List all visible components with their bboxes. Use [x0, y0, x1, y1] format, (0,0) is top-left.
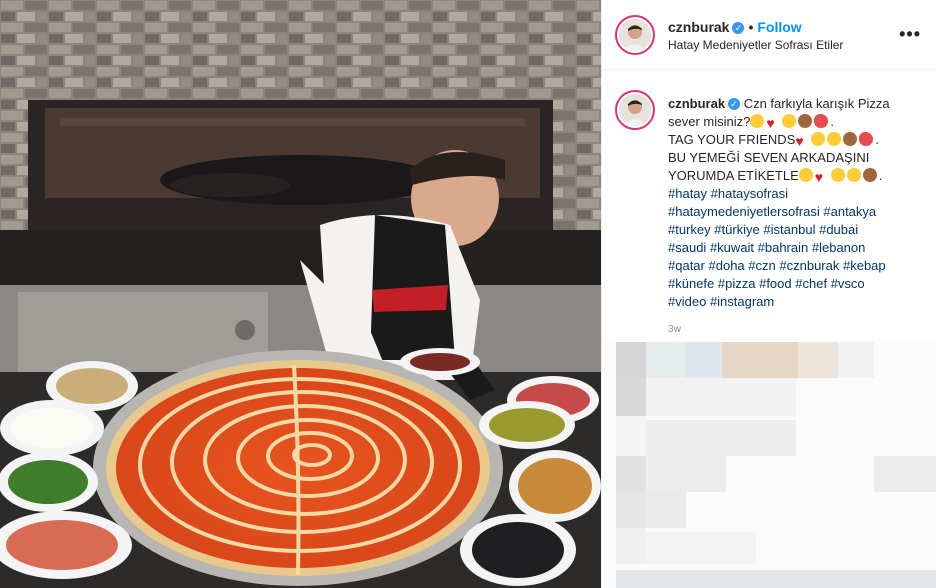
avatar-image — [619, 94, 651, 126]
verified-badge-icon: ✓ — [728, 98, 741, 110]
blur-block — [646, 456, 726, 492]
hashtag-link[interactable]: #kuwait — [710, 240, 754, 255]
laughing-emoji-icon — [750, 114, 765, 128]
blur-block — [646, 378, 796, 416]
blur-block — [646, 342, 686, 378]
blurred-comments-area — [602, 340, 936, 588]
hashtag-link[interactable]: #hatay — [668, 186, 707, 201]
hashtag-link[interactable]: #video — [668, 294, 706, 309]
blur-block — [686, 342, 722, 378]
blur-block — [838, 342, 874, 378]
heart-emoji-icon: ♥ — [795, 133, 804, 149]
blur-block — [722, 342, 798, 378]
hashtag-link[interactable]: #künefe — [668, 276, 714, 291]
hashtag-link[interactable]: #lebanon — [812, 240, 866, 255]
hashtag-link[interactable]: #pizza — [718, 276, 756, 291]
verified-badge-icon: ✓ — [732, 22, 745, 34]
yum-emoji-icon — [830, 168, 845, 182]
meat-emoji-icon — [859, 132, 874, 146]
post-photo[interactable] — [0, 0, 601, 588]
blur-block — [616, 570, 936, 588]
blur-block — [646, 532, 756, 564]
caption-username-link[interactable]: cznburak — [668, 96, 725, 111]
caption-line-4: BU YEMEĞİ SEVEN ARKADAŞINI — [668, 150, 870, 165]
caption-text: cznburak ✓ Czn farkıyla karışık Pizza sev… — [668, 95, 928, 311]
blur-block — [616, 492, 646, 528]
caption-line-5: YORUMDA ETİKETLE — [668, 168, 799, 183]
laughing-emoji-icon — [798, 168, 813, 182]
monkey-emoji-icon — [862, 168, 877, 182]
separator-dot: • — [748, 19, 754, 35]
hashtag-link[interactable]: #instagram — [710, 294, 774, 309]
caption-avatar[interactable] — [619, 94, 651, 126]
post-details-panel: cznburak ✓ • Follow Hatay Medeniyetler Sofr… — [601, 0, 936, 588]
hashtag-link[interactable]: #doha — [709, 258, 745, 273]
hashtag-link[interactable]: #chef — [795, 276, 827, 291]
hashtag-link[interactable]: #hataysofrasi — [711, 186, 788, 201]
blur-block — [646, 420, 796, 456]
hashtag-link[interactable]: #turkey — [668, 222, 711, 237]
yum-emoji-icon — [827, 132, 842, 146]
hashtag-link[interactable]: #türkiye — [714, 222, 760, 237]
blur-block — [616, 378, 646, 416]
pizza-chef-photo — [0, 0, 601, 588]
caption-section: cznburak ✓ Czn farkıyla karışık Pizza sev… — [602, 71, 936, 335]
post-header: cznburak ✓ • Follow Hatay Medeniyetler Sofr… — [602, 0, 936, 70]
heart-emoji-icon: ♥ — [766, 115, 775, 131]
header-user-line: cznburak ✓ • Follow — [668, 19, 802, 35]
hashtag-link[interactable]: #bahrain — [758, 240, 809, 255]
hashtag-link[interactable]: #cznburak — [779, 258, 839, 273]
caption-line-1: Czn farkıyla karışık Pizza — [743, 96, 890, 111]
hashtag-link[interactable]: #antakya — [823, 204, 876, 219]
more-options-icon[interactable]: ••• — [899, 25, 921, 43]
monkey-emoji-icon — [798, 114, 813, 128]
heart-emoji-icon: ♥ — [814, 169, 824, 185]
hashtag-link[interactable]: #czn — [748, 258, 775, 273]
follow-button[interactable]: Follow — [757, 19, 801, 35]
laughing-emoji-icon — [811, 132, 826, 146]
hashtag-link[interactable]: #vsco — [831, 276, 865, 291]
blur-block — [874, 456, 936, 492]
blur-block — [616, 528, 646, 564]
hashtag-link[interactable]: #qatar — [668, 258, 705, 273]
caption-line-2: sever misiniz? — [668, 114, 751, 129]
location-link[interactable]: Hatay Medeniyetler Sofrası Etiler — [668, 38, 843, 52]
hashtag-link[interactable]: #dubai — [819, 222, 858, 237]
blur-block — [646, 492, 686, 528]
hashtag-link[interactable]: #saudi — [668, 240, 706, 255]
monkey-emoji-icon — [843, 132, 858, 146]
avatar[interactable] — [619, 19, 651, 51]
blur-block — [798, 342, 838, 378]
blur-block — [616, 416, 646, 456]
avatar-image — [619, 19, 651, 51]
caption-line-3: TAG YOUR FRIENDS — [668, 132, 796, 147]
hashtag-link[interactable]: #istanbul — [763, 222, 815, 237]
hashtag-link[interactable]: #hataymedeniyetlersofrasi — [668, 204, 820, 219]
blur-block — [616, 342, 646, 378]
username-link[interactable]: cznburak — [668, 19, 729, 35]
yum-emoji-icon — [846, 168, 861, 182]
meat-emoji-icon — [814, 114, 829, 128]
hashtag-link[interactable]: #kebap — [843, 258, 886, 273]
hashtag-link[interactable]: #food — [759, 276, 792, 291]
blur-block — [616, 456, 646, 492]
post-timestamp[interactable]: 3w — [668, 324, 681, 335]
yum-emoji-icon — [782, 114, 797, 128]
